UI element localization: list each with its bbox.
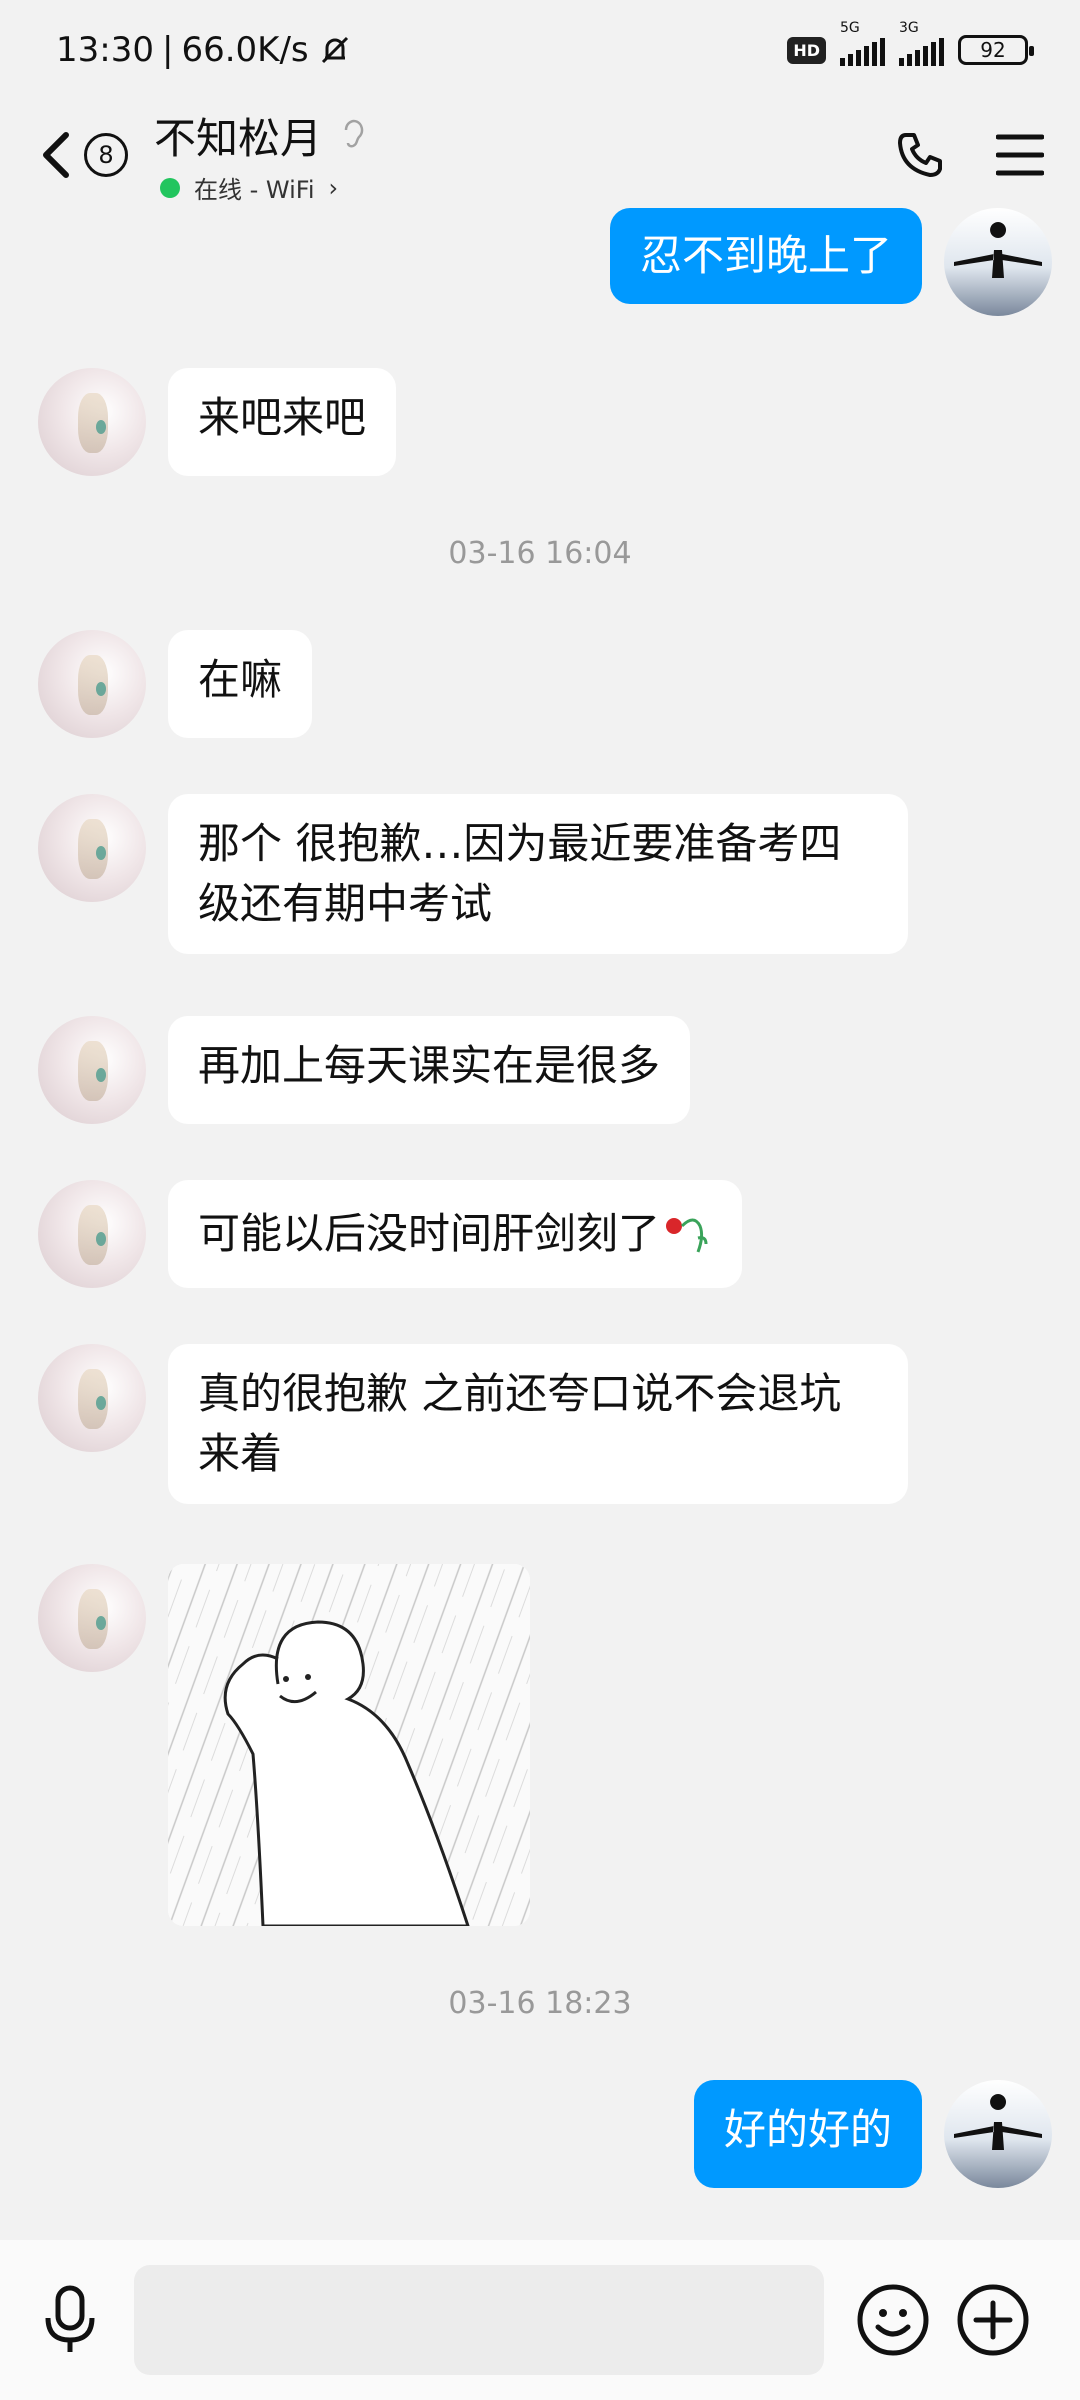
unread-count-badge[interactable]: 8 (84, 133, 128, 177)
message-input[interactable] (134, 2265, 824, 2375)
message-received: 在嘛 (38, 630, 313, 738)
message-bubble[interactable]: 好的好的 (693, 2080, 922, 2188)
voice-button[interactable] (40, 2284, 100, 2356)
wilted-rose-icon (666, 1218, 708, 1253)
input-bar (0, 2240, 1080, 2400)
emoji-button[interactable] (856, 2283, 930, 2357)
chat-header: 8 不知松月 在线 - WiFi › (0, 100, 1080, 210)
message-bubble[interactable]: 再加上每天课实在是很多 (168, 1016, 691, 1124)
message-bubble[interactable]: 可能以后没时间肝剑刻了 (168, 1180, 743, 1288)
phone-icon[interactable] (894, 129, 946, 181)
avatar[interactable] (38, 1344, 146, 1452)
more-button[interactable] (956, 2283, 1030, 2357)
message-bubble[interactable]: 在嘛 (168, 630, 313, 738)
message-received: 那个 很抱歉…因为最近要准备考四级还有期中考试 (38, 794, 908, 954)
battery-icon: 92 (958, 35, 1034, 65)
sticker-image[interactable] (168, 1564, 530, 1926)
hd-badge: HD (787, 36, 826, 64)
message-bubble[interactable]: 来吧来吧 (168, 368, 397, 476)
avatar[interactable] (38, 1016, 146, 1124)
avatar[interactable] (38, 630, 146, 738)
timestamp: 03-16 16:04 (448, 536, 632, 571)
network-speed: 66.0K/s (181, 30, 309, 70)
chevron-left-icon[interactable] (36, 125, 76, 185)
message-sent: 忍不到晚上了 (609, 208, 1052, 316)
avatar[interactable] (38, 1564, 146, 1672)
chevron-right-icon: › (328, 173, 339, 202)
battery-level: 92 (980, 38, 1006, 62)
signal-3g-icon: 3G (899, 20, 944, 66)
avatar[interactable] (944, 2080, 1052, 2188)
message-bubble[interactable]: 忍不到晚上了 (609, 208, 922, 304)
message-received (38, 1564, 530, 1926)
menu-icon[interactable] (996, 133, 1044, 177)
ear-icon[interactable] (338, 116, 368, 156)
status-time: 13:30 (56, 30, 154, 70)
contact-name[interactable]: 不知松月 (154, 105, 322, 166)
online-dot (160, 177, 180, 198)
mute-bell-icon (321, 36, 348, 64)
microphone-icon (45, 2285, 95, 2352)
online-status[interactable]: 在线 - WiFi › (160, 170, 368, 205)
message-bubble[interactable]: 那个 很抱歉…因为最近要准备考四级还有期中考试 (168, 794, 908, 954)
online-status-text: 在线 - WiFi (194, 176, 315, 204)
message-bubble[interactable]: 真的很抱歉 之前还夸口说不会退坑来着 (168, 1344, 908, 1504)
plus-icon (957, 2284, 1029, 2356)
message-text: 可能以后没时间肝剑刻了 (198, 1209, 661, 1258)
timestamp: 03-16 18:23 (448, 1986, 632, 2021)
message-received: 来吧来吧 (38, 368, 397, 476)
status-bar: 13:30 | 66.0K/s HD 5G 3G 92 (0, 0, 1080, 100)
message-received: 再加上每天课实在是很多 (38, 1016, 691, 1124)
avatar[interactable] (38, 368, 146, 476)
emoji-icon (857, 2284, 929, 2356)
avatar[interactable] (38, 794, 146, 902)
avatar[interactable] (944, 208, 1052, 316)
signal-5g-icon: 5G (840, 20, 885, 66)
avatar[interactable] (38, 1180, 146, 1288)
message-received: 真的很抱歉 之前还夸口说不会退坑来着 (38, 1344, 908, 1504)
message-sent: 好的好的 (693, 2080, 1052, 2188)
message-received: 可能以后没时间肝剑刻了 (38, 1180, 743, 1288)
